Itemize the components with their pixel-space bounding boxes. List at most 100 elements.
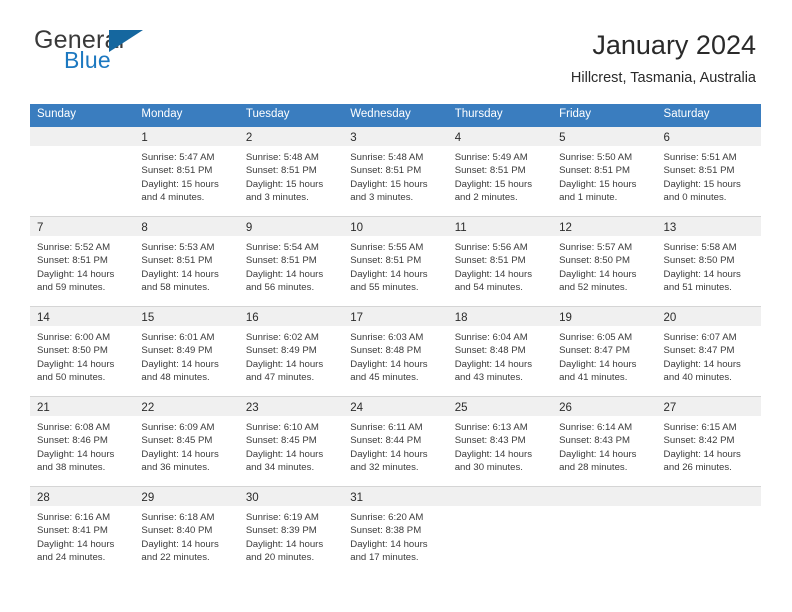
day-number: 20: [663, 311, 677, 324]
sunrise-text: Sunrise: 5:55 AM: [350, 241, 424, 253]
calendar-week-row: 14 Sunrise: 6:00 AM Sunset: 8:50 PM Dayligh…: [30, 306, 761, 397]
calendar-day-cell[interactable]: 11 Sunrise: 5:56 AM Sunset: 8:51 PM Dayligh…: [447, 216, 553, 306]
calendar-day-cell[interactable]: 3 Sunrise: 5:48 AM Sunset: 8:51 PM Daylight…: [343, 126, 448, 216]
day-details: Sunrise: 5:50 AM Sunset: 8:51 PM Daylight:…: [552, 146, 656, 209]
calendar-day-cell[interactable]: 18 Sunrise: 6:04 AM Sunset: 8:48 PM Dayligh…: [447, 306, 553, 396]
calendar-day-cell[interactable]: 6 Sunrise: 5:51 AM Sunset: 8:51 PM Daylight…: [656, 126, 761, 216]
sunrise-text: Sunrise: 5:54 AM: [245, 241, 319, 253]
calendar-day-cell[interactable]: 31 Sunrise: 6:20 AM Sunset: 8:38 PM Dayligh…: [343, 486, 448, 576]
daylight-text-line1: Daylight: 14 hours: [350, 538, 428, 550]
calendar-empty-cell: [656, 486, 761, 576]
calendar-day-cell[interactable]: 28 Sunrise: 6:16 AM Sunset: 8:41 PM Dayligh…: [30, 486, 135, 576]
day-details: Sunrise: 6:15 AM Sunset: 8:42 PM Daylight:…: [657, 416, 761, 479]
calendar-day-cell[interactable]: 22 Sunrise: 6:09 AM Sunset: 8:45 PM Dayligh…: [134, 396, 239, 486]
day-number-band: 18: [447, 306, 553, 326]
daylight-text-line2: and 17 minutes.: [350, 552, 419, 564]
sunrise-text: Sunrise: 6:07 AM: [663, 331, 737, 343]
sunset-text: Sunset: 8:48 PM: [454, 345, 526, 357]
calendar-day-cell[interactable]: 13 Sunrise: 5:58 AM Sunset: 8:50 PM Dayligh…: [656, 216, 761, 306]
day-number-band: 9: [238, 216, 344, 236]
calendar-day-cell[interactable]: 9 Sunrise: 5:54 AM Sunset: 8:51 PM Daylight…: [238, 216, 344, 306]
daylight-text-line2: and 30 minutes.: [454, 462, 523, 474]
sunset-text: Sunset: 8:51 PM: [245, 165, 317, 177]
day-number: 16: [245, 311, 259, 324]
daylight-text-line1: Daylight: 14 hours: [663, 268, 741, 280]
day-number: 8: [141, 221, 148, 234]
calendar-day-cell[interactable]: 10 Sunrise: 5:55 AM Sunset: 8:51 PM Dayligh…: [343, 216, 448, 306]
calendar-day-cell[interactable]: 20 Sunrise: 6:07 AM Sunset: 8:47 PM Dayligh…: [656, 306, 761, 396]
day-number-band: 4: [447, 126, 553, 146]
calendar-day-cell[interactable]: 12 Sunrise: 5:57 AM Sunset: 8:50 PM Dayligh…: [552, 216, 657, 306]
daylight-text-line2: and 56 minutes.: [245, 282, 315, 294]
calendar-day-cell[interactable]: 24 Sunrise: 6:11 AM Sunset: 8:44 PM Dayligh…: [343, 396, 448, 486]
day-number: 15: [141, 311, 155, 324]
calendar-weeks: 1 Sunrise: 5:47 AM Sunset: 8:51 PM Daylight…: [30, 126, 761, 576]
calendar-day-cell[interactable]: 29 Sunrise: 6:18 AM Sunset: 8:40 PM Dayligh…: [134, 486, 239, 576]
calendar-day-cell[interactable]: 16 Sunrise: 6:02 AM Sunset: 8:49 PM Dayligh…: [238, 306, 344, 396]
sunset-text: Sunset: 8:41 PM: [37, 525, 108, 537]
calendar-day-cell[interactable]: 1 Sunrise: 5:47 AM Sunset: 8:51 PM Daylight…: [134, 126, 239, 216]
sunset-text: Sunset: 8:51 PM: [559, 165, 631, 177]
calendar-day-cell[interactable]: 26 Sunrise: 6:14 AM Sunset: 8:43 PM Dayligh…: [552, 396, 657, 486]
sunset-text: Sunset: 8:51 PM: [454, 165, 526, 177]
calendar-day-cell[interactable]: 5 Sunrise: 5:50 AM Sunset: 8:51 PM Daylight…: [552, 126, 657, 216]
daylight-text-line1: Daylight: 14 hours: [559, 448, 637, 460]
daylight-text-line1: Daylight: 15 hours: [350, 178, 428, 190]
general-blue-logo[interactable]: General Blue: [34, 28, 143, 72]
sunset-text: Sunset: 8:38 PM: [350, 525, 422, 537]
sunrise-text: Sunrise: 6:19 AM: [245, 511, 319, 523]
day-number: 24: [350, 401, 364, 414]
day-number-band: 14: [30, 306, 135, 326]
calendar-day-cell[interactable]: 19 Sunrise: 6:05 AM Sunset: 8:47 PM Dayligh…: [552, 306, 657, 396]
calendar-day-cell[interactable]: 8 Sunrise: 5:53 AM Sunset: 8:51 PM Daylight…: [134, 216, 239, 306]
day-details: Sunrise: 6:13 AM Sunset: 8:43 PM Daylight:…: [448, 416, 552, 479]
page-header: General Blue January 2024 Hillcrest, Tas…: [0, 0, 792, 87]
location-subtitle: Hillcrest, Tasmania, Australia: [570, 70, 756, 87]
day-number: 25: [454, 401, 468, 414]
day-details: Sunrise: 6:10 AM Sunset: 8:45 PM Daylight:…: [239, 416, 343, 479]
day-number: 14: [37, 311, 50, 324]
calendar-day-cell[interactable]: 2 Sunrise: 5:48 AM Sunset: 8:51 PM Daylight…: [238, 126, 344, 216]
sunrise-text: Sunrise: 6:02 AM: [245, 331, 319, 343]
daylight-text-line1: Daylight: 15 hours: [663, 178, 741, 190]
day-details: Sunrise: 6:19 AM Sunset: 8:39 PM Daylight:…: [239, 506, 343, 569]
calendar-day-cell[interactable]: 25 Sunrise: 6:13 AM Sunset: 8:43 PM Dayligh…: [447, 396, 553, 486]
calendar-day-cell[interactable]: 23 Sunrise: 6:10 AM Sunset: 8:45 PM Dayligh…: [238, 396, 344, 486]
sunset-text: Sunset: 8:51 PM: [37, 255, 108, 267]
calendar-day-cell[interactable]: 7 Sunrise: 5:52 AM Sunset: 8:51 PM Daylight…: [30, 216, 135, 306]
sunrise-text: Sunrise: 6:10 AM: [245, 421, 319, 433]
day-details: Sunrise: 6:00 AM Sunset: 8:50 PM Daylight:…: [30, 326, 134, 389]
day-number: 5: [559, 131, 566, 144]
day-number-band: 5: [552, 126, 657, 146]
calendar-empty-cell: [30, 126, 135, 216]
daylight-text-line2: and 55 minutes.: [350, 282, 419, 294]
day-details: Sunrise: 5:52 AM Sunset: 8:51 PM Daylight:…: [30, 236, 134, 299]
calendar-day-cell[interactable]: 30 Sunrise: 6:19 AM Sunset: 8:39 PM Dayligh…: [238, 486, 344, 576]
daylight-text-line1: Daylight: 15 hours: [245, 178, 324, 190]
daylight-text-line2: and 2 minutes.: [454, 192, 518, 204]
sunset-text: Sunset: 8:43 PM: [454, 435, 526, 447]
day-number-band: 17: [343, 306, 448, 326]
daylight-text-line2: and 3 minutes.: [350, 192, 414, 204]
day-number-band: [30, 126, 135, 146]
calendar-day-cell[interactable]: 4 Sunrise: 5:49 AM Sunset: 8:51 PM Daylight…: [447, 126, 553, 216]
calendar-week-row: 28 Sunrise: 6:16 AM Sunset: 8:41 PM Dayligh…: [30, 486, 761, 576]
day-number: 19: [559, 311, 572, 324]
calendar-day-cell[interactable]: 21 Sunrise: 6:08 AM Sunset: 8:46 PM Dayligh…: [30, 396, 135, 486]
day-number: 13: [663, 221, 677, 234]
calendar-day-cell[interactable]: 17 Sunrise: 6:03 AM Sunset: 8:48 PM Dayligh…: [343, 306, 448, 396]
day-number: 7: [37, 221, 44, 234]
day-details: Sunrise: 6:18 AM Sunset: 8:40 PM Daylight:…: [134, 506, 238, 569]
day-number: 3: [350, 131, 357, 144]
daylight-text-line1: Daylight: 14 hours: [141, 358, 219, 370]
calendar-day-cell[interactable]: 27 Sunrise: 6:15 AM Sunset: 8:42 PM Dayligh…: [656, 396, 761, 486]
daylight-text-line2: and 24 minutes.: [37, 552, 106, 564]
calendar-day-cell[interactable]: 15 Sunrise: 6:01 AM Sunset: 8:49 PM Dayligh…: [134, 306, 239, 396]
day-details: Sunrise: 6:11 AM Sunset: 8:44 PM Daylight:…: [343, 416, 447, 479]
weekday-header-monday: Monday: [141, 108, 183, 120]
daylight-text-line2: and 1 minute.: [559, 192, 618, 204]
day-details: Sunrise: 6:09 AM Sunset: 8:45 PM Daylight:…: [134, 416, 238, 479]
calendar-day-cell[interactable]: 14 Sunrise: 6:00 AM Sunset: 8:50 PM Dayligh…: [30, 306, 135, 396]
sunset-text: Sunset: 8:46 PM: [37, 435, 108, 447]
day-number-band: 30: [238, 486, 344, 506]
